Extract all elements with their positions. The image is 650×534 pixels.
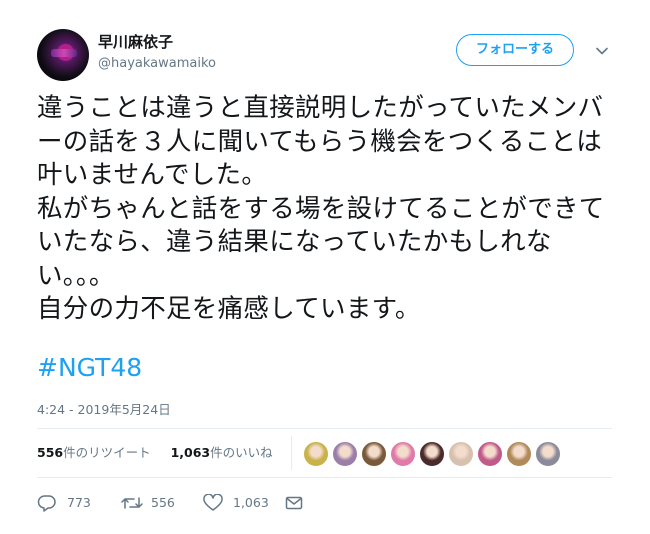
like-stat-label: 件のいいね xyxy=(210,445,273,460)
divider xyxy=(37,428,612,429)
liker-avatar[interactable] xyxy=(361,441,387,467)
hashtag-link[interactable]: #NGT48 xyxy=(37,352,142,384)
reply-button[interactable]: 773 xyxy=(37,492,97,514)
retweet-stat[interactable]: 556件のリツイート xyxy=(37,445,151,460)
liker-avatar[interactable] xyxy=(477,441,503,467)
retweet-icon xyxy=(121,497,143,509)
retweet-stat-count: 556 xyxy=(37,445,64,460)
reply-icon xyxy=(37,495,56,512)
retweet-button[interactable]: 556 xyxy=(121,492,191,514)
liker-avatar[interactable] xyxy=(303,441,329,467)
like-button[interactable]: 1,063 xyxy=(203,492,283,514)
liker-avatar[interactable] xyxy=(535,441,561,467)
engagement-stats: 556件のリツイート 1,063件のいいね xyxy=(37,443,273,463)
like-stat-count: 1,063 xyxy=(170,445,211,460)
like-stat[interactable]: 1,063件のいいね xyxy=(171,445,273,460)
envelope-icon xyxy=(285,496,303,510)
liker-avatar[interactable] xyxy=(332,441,358,467)
tweet-text: 違うことは違うと直接説明したがっていたメンバーの話を３人に聞いてもらう機会をつく… xyxy=(37,93,605,324)
user-handle[interactable]: @hayakawamaiko xyxy=(98,55,216,73)
liker-avatar[interactable] xyxy=(506,441,532,467)
tweet-timestamp[interactable]: 4:24 - 2019年5月24日 xyxy=(37,401,171,419)
follow-button[interactable]: フォローする xyxy=(456,34,574,66)
stats-separator xyxy=(291,436,292,470)
direct-message-button[interactable] xyxy=(285,492,307,514)
liker-avatar[interactable] xyxy=(419,441,445,467)
heart-icon xyxy=(203,494,223,511)
avatar-image-detail xyxy=(51,49,77,57)
divider xyxy=(37,477,612,478)
like-count: 1,063 xyxy=(233,495,269,510)
tweet-card: 早川麻依子 @hayakawamaiko フォローする 違うことは違うと直接説明… xyxy=(0,0,650,534)
reply-count: 773 xyxy=(67,495,91,510)
liker-avatar[interactable] xyxy=(448,441,474,467)
retweet-count: 556 xyxy=(151,495,175,510)
display-name[interactable]: 早川麻依子 xyxy=(98,32,173,52)
retweet-stat-label: 件のリツイート xyxy=(63,445,151,460)
chevron-down-icon[interactable] xyxy=(595,44,609,58)
profile-avatar[interactable] xyxy=(37,29,89,81)
liker-avatar[interactable] xyxy=(390,441,416,467)
